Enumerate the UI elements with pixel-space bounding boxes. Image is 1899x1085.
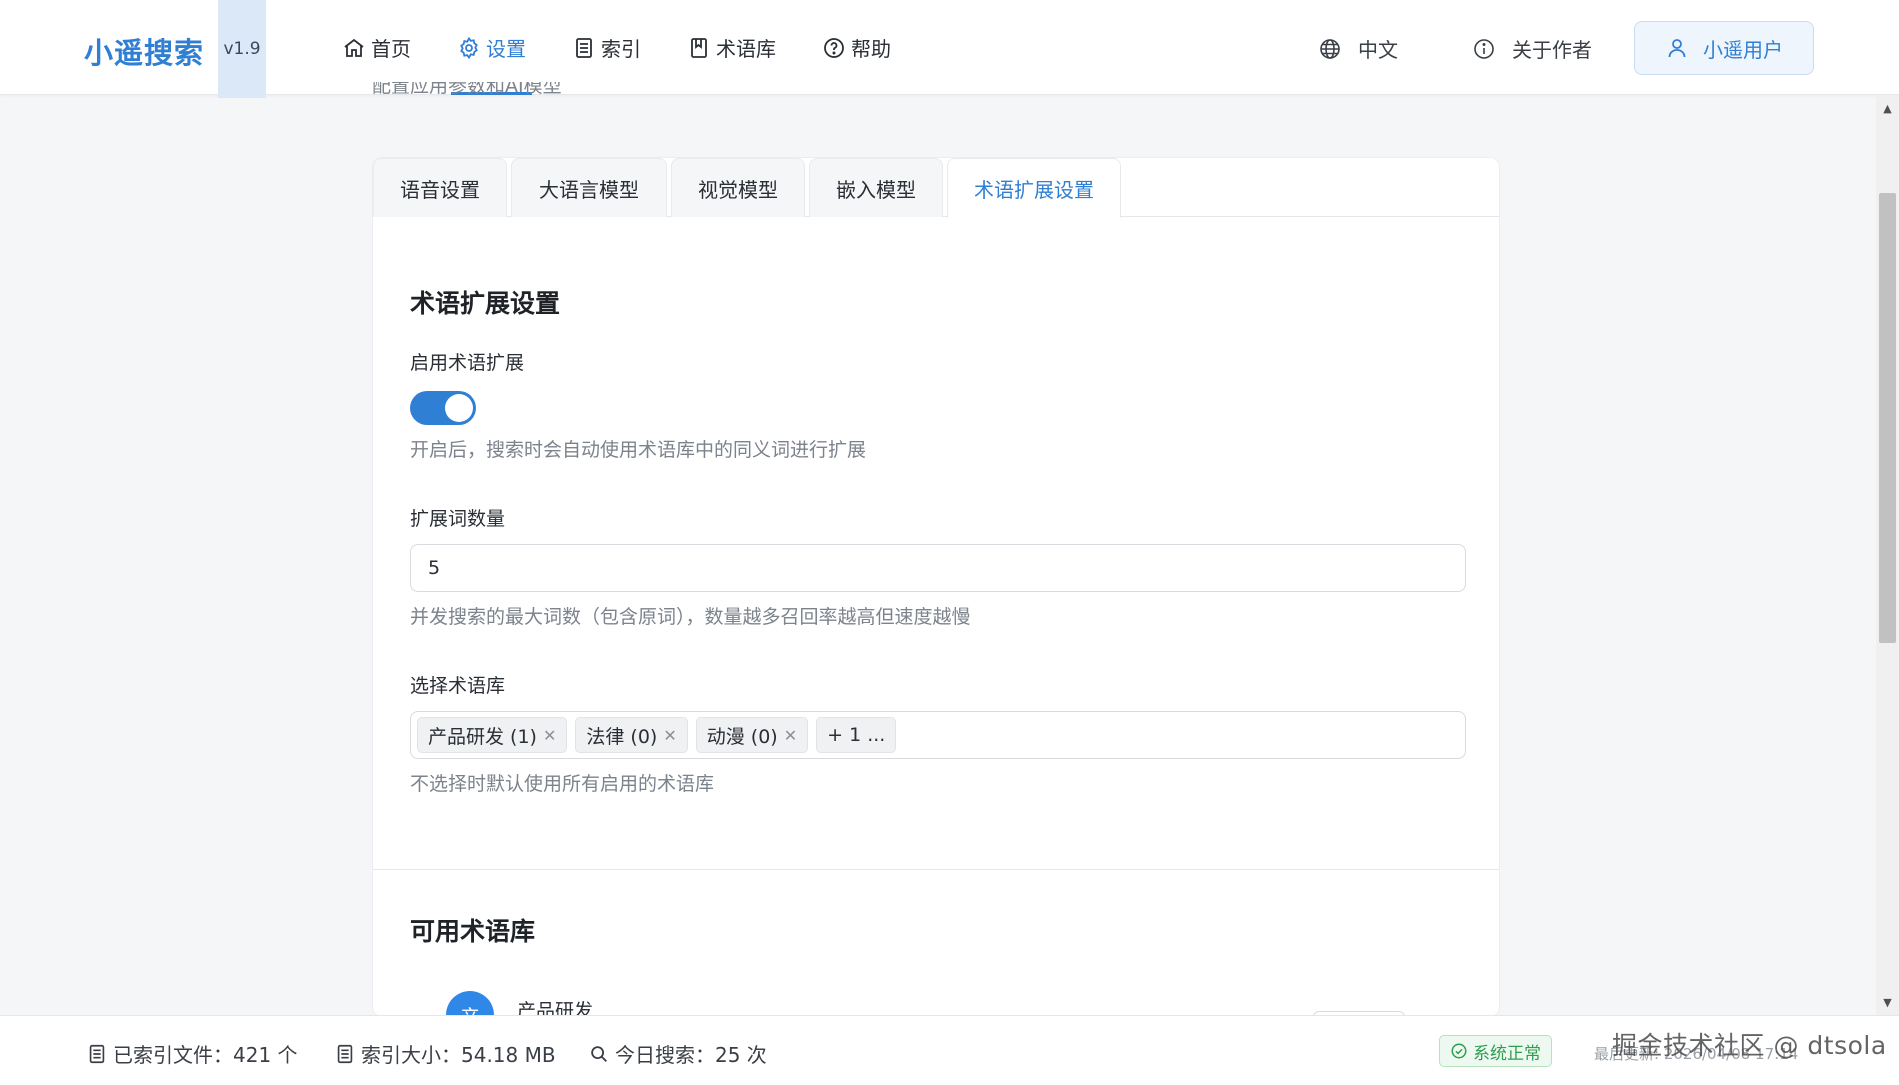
- index-size-stat: 索引大小：54.18 MB: [334, 1039, 556, 1068]
- help-circle-icon: [824, 37, 844, 58]
- system-status-text: 系统正常: [1473, 1043, 1541, 1064]
- home-icon: [344, 38, 364, 57]
- book-icon: [691, 37, 707, 58]
- nav-home-label: 首页: [371, 37, 411, 61]
- glossary-tag: 产品研发 (1) ✕: [417, 717, 568, 753]
- list-icon: [576, 37, 592, 58]
- expansion-count-input[interactable]: 5: [410, 544, 1466, 592]
- available-glossaries-title: 可用术语库: [410, 917, 536, 946]
- glossary-name: 产品研发: [517, 1000, 594, 1017]
- about-author-label: 关于作者: [1512, 38, 1592, 62]
- glossary-avatar: 产: [446, 991, 494, 1016]
- nav-settings-label: 设置: [486, 37, 526, 61]
- more-tags-badge[interactable]: + 1 ...: [816, 717, 897, 753]
- toggle-knob: [445, 394, 473, 422]
- nav-settings[interactable]: 设置: [451, 0, 532, 95]
- nav-home[interactable]: 首页: [336, 0, 417, 95]
- top-header: 小遥搜索 v1.9 首页 设置 索引 术语库 帮助 中文 关于作者 小遥用户: [0, 0, 1899, 98]
- user-icon: [1668, 39, 1686, 58]
- today-searches-stat: 今日搜索：25 次: [588, 1039, 767, 1068]
- tab-voice[interactable]: 语音设置: [373, 158, 507, 217]
- more-tags-label: + 1 ...: [827, 724, 886, 746]
- user-name: 小遥用户: [1703, 37, 1783, 62]
- indexed-files-text: 已索引文件：421 个: [113, 1043, 298, 1067]
- tab-llm[interactable]: 大语言模型: [511, 158, 667, 217]
- enable-expansion-hint: 开启后，搜索时会自动使用术语库中的同义词进行扩展: [410, 439, 867, 461]
- tab-term-expansion[interactable]: 术语扩展设置: [947, 158, 1121, 218]
- about-author-link[interactable]: 关于作者: [1472, 34, 1592, 63]
- term-expansion-title: 术语扩展设置: [410, 289, 561, 318]
- settings-card: 语音设置 大语言模型 视觉模型 嵌入模型 术语扩展设置 术语扩展设置 启用术语扩…: [372, 157, 1500, 1017]
- app-logo[interactable]: 小遥搜索: [84, 30, 204, 72]
- expansion-count-label: 扩展词数量: [410, 508, 506, 530]
- glossary-select-hint: 不选择时默认使用所有启用的术语库: [410, 773, 715, 795]
- glossary-tag: 法律 (0) ✕: [575, 717, 688, 753]
- tag-label: 动漫 (0): [706, 725, 778, 748]
- nav-glossary[interactable]: 术语库: [681, 0, 782, 95]
- index-size-text: 索引大小：54.18 MB: [361, 1043, 556, 1067]
- nav-help-label: 帮助: [851, 37, 891, 61]
- close-icon[interactable]: ✕: [784, 726, 797, 745]
- glossary-tag: 动漫 (0) ✕: [695, 717, 809, 753]
- enable-expansion-label: 启用术语扩展: [410, 352, 525, 374]
- enable-expansion-toggle[interactable]: [410, 391, 476, 425]
- nav-index-label: 索引: [601, 37, 641, 61]
- today-searches-text: 今日搜索：25 次: [615, 1043, 767, 1067]
- watermark-text: 掘金技术社区 @ dtsola: [1612, 1031, 1887, 1060]
- language-switcher[interactable]: 中文: [1318, 34, 1398, 63]
- tag-label: 法律 (0): [586, 725, 658, 748]
- page-subtitle: 配置应用参数和AI模型: [372, 82, 562, 94]
- version-badge: v1.9: [218, 0, 266, 98]
- search-icon: [591, 1045, 607, 1062]
- database-icon: [337, 1044, 353, 1063]
- scroll-down-arrow-icon[interactable]: ▼: [1876, 993, 1899, 1011]
- scroll-up-arrow-icon[interactable]: ▲: [1876, 99, 1899, 117]
- indexed-files-stat: 已索引文件：421 个: [86, 1039, 298, 1068]
- tab-embedding[interactable]: 嵌入模型: [809, 158, 943, 217]
- glossary-select-label: 选择术语库: [410, 675, 506, 697]
- tag-label: 产品研发 (1): [428, 725, 537, 748]
- expansion-count-hint: 并发搜索的最大词数（包含原词），数量越多召回率越高但速度越慢: [410, 606, 971, 628]
- gear-icon: [460, 36, 478, 59]
- settings-tabs: 语音设置 大语言模型 视觉模型 嵌入模型 术语扩展设置: [373, 158, 1499, 218]
- section-divider: [373, 869, 1499, 870]
- check-circle-icon: [1451, 1043, 1467, 1059]
- nav-glossary-label: 术语库: [716, 37, 776, 61]
- language-label: 中文: [1358, 38, 1398, 62]
- document-icon: [89, 1044, 105, 1063]
- nav-index[interactable]: 索引: [566, 0, 647, 95]
- system-status-badge: 系统正常: [1439, 1035, 1552, 1067]
- nav-help[interactable]: 帮助: [816, 0, 897, 95]
- scroll-thumb[interactable]: [1879, 193, 1896, 643]
- tab-vision[interactable]: 视觉模型: [671, 158, 805, 217]
- user-menu-button[interactable]: 小遥用户: [1634, 21, 1814, 75]
- close-icon[interactable]: ✕: [543, 726, 556, 745]
- main-nav: 首页 设置 索引 术语库 帮助: [336, 0, 931, 95]
- page-scrollbar[interactable]: ▲ ▼: [1876, 95, 1899, 1015]
- close-icon[interactable]: ✕: [663, 726, 676, 745]
- info-icon: [1474, 38, 1494, 59]
- glossary-multi-select[interactable]: 产品研发 (1) ✕ 法律 (0) ✕ 动漫 (0) ✕ + 1 ...: [410, 711, 1466, 759]
- globe-icon: [1320, 38, 1340, 59]
